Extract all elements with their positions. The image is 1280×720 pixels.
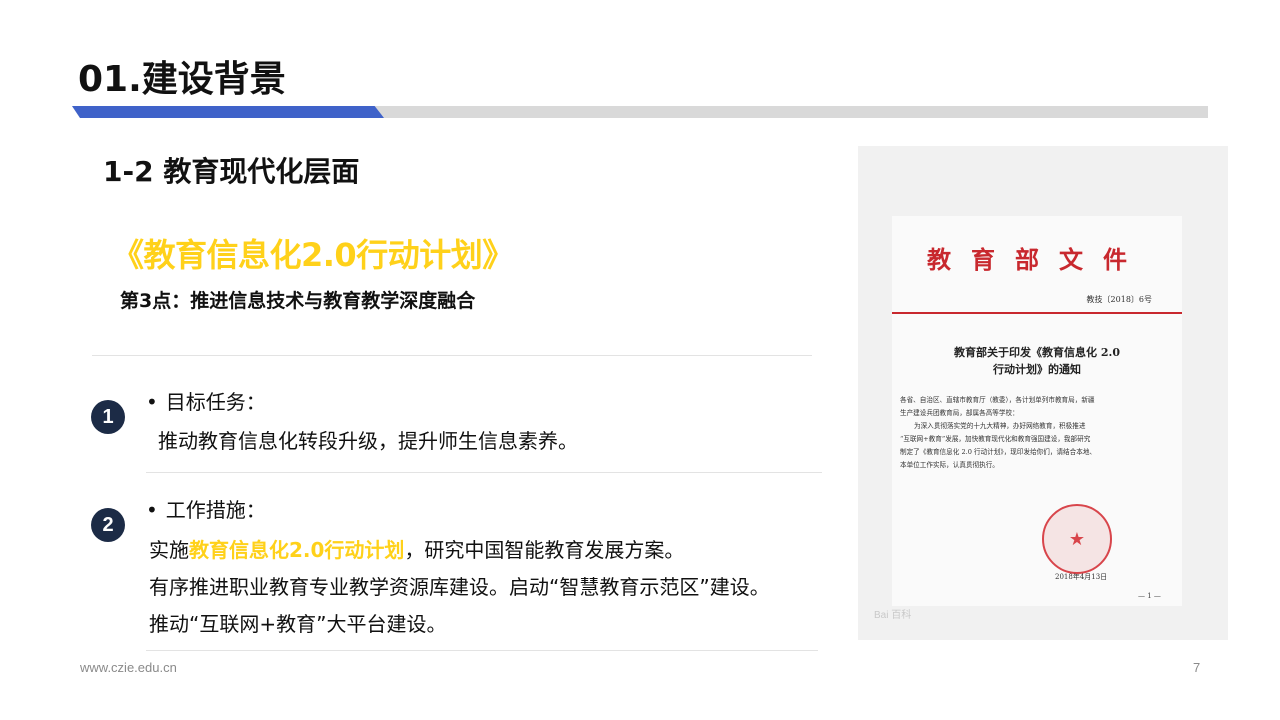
plan-highlight: 教育信息化2.0行动计划	[189, 538, 405, 562]
item-1-heading: • 目标任务：	[146, 386, 266, 415]
official-seal-icon: ★	[1042, 504, 1112, 574]
document-header: 教育部文件	[927, 245, 1147, 274]
item-2-line-2: 有序推进职业教育专业教学资源库建设。启动“智慧教育示范区”建设。	[149, 575, 770, 599]
document-date: 2018年4月13日	[1055, 573, 1108, 581]
item-2-heading-text: 工作措施：	[165, 498, 266, 522]
page-title: 01.建设背景	[78, 59, 286, 100]
divider	[92, 355, 812, 356]
section-subtitle: 1-2 教育现代化层面	[103, 155, 360, 188]
item-2-line-3: 推动“互联网+教育”大平台建设。	[149, 612, 447, 636]
number-badge-2: 2	[91, 508, 125, 542]
footer-page-number: 7	[1193, 660, 1201, 675]
divider	[146, 472, 822, 473]
document-title-line-1: 教育部关于印发《教育信息化 2.0	[954, 346, 1120, 359]
document-title-line-2: 行动计划》的通知	[993, 363, 1081, 376]
document-number: 教技〔2018〕6号	[1086, 295, 1152, 304]
document-page-mark: — 1 —	[1138, 592, 1161, 600]
bullet-dot: •	[146, 498, 158, 522]
title-accent-bar	[72, 106, 384, 118]
line-suffix: ，研究中国智能教育发展方案。	[404, 538, 685, 562]
footer-url: www.czie.edu.cn	[80, 660, 177, 675]
document-red-line	[892, 312, 1182, 314]
ministry-document-image: 教育部文件 教技〔2018〕6号 教育部关于印发《教育信息化 2.0 行动计划》…	[858, 146, 1228, 640]
document-page: 教育部文件 教技〔2018〕6号 教育部关于印发《教育信息化 2.0 行动计划》…	[892, 216, 1182, 606]
plan-title: 《教育信息化2.0行动计划》	[112, 236, 514, 274]
baidu-watermark: Bai 百科	[874, 610, 912, 621]
bullet-dot: •	[146, 390, 158, 414]
number-badge-1: 1	[91, 400, 125, 434]
divider	[146, 650, 818, 651]
document-body-line: 本单位工作实际，认真贯彻执行。	[900, 461, 999, 469]
document-body-line: 制定了《教育信息化 2.0 行动计划》，现印发给你们，请结合本地、	[900, 448, 1097, 456]
plan-point: 第3点：推进信息技术与教育教学深度融合	[120, 290, 476, 312]
document-body-line: 各省、自治区、直辖市教育厅（教委），各计划单列市教育局，新疆	[900, 396, 1095, 404]
item-2-heading: • 工作措施：	[146, 494, 266, 523]
document-body-line: “互联网+教育”发展，加快教育现代化和教育强国建设，我部研究	[900, 435, 1091, 443]
item-1-line-1: 推动教育信息化转段升级，提升师生信息素养。	[158, 429, 578, 453]
document-body: 各省、自治区、直辖市教育厅（教委），各计划单列市教育局，新疆 生产建设兵团教育局…	[900, 394, 1174, 472]
item-1-heading-text: 目标任务：	[165, 390, 266, 414]
item-2-line-1: 实施教育信息化2.0行动计划，研究中国智能教育发展方案。	[149, 534, 684, 563]
document-body-line: 生产建设兵团教育局，部属各高等学校：	[900, 409, 1019, 417]
document-body-line: 为深入贯彻落实党的十九大精神，办好网络教育，积极推进	[914, 422, 1086, 430]
document-title: 教育部关于印发《教育信息化 2.0 行动计划》的通知	[892, 344, 1182, 378]
line-prefix: 实施	[149, 538, 189, 562]
